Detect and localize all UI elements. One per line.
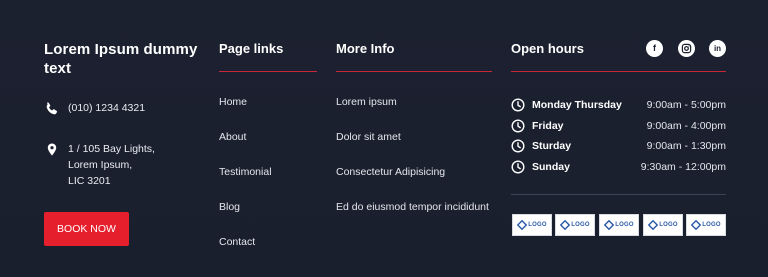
more-info-divider (336, 71, 492, 72)
hours-time: 9:00am - 4:00pm (646, 120, 726, 132)
more-info-heading: More Info (336, 41, 395, 56)
logo-diamond-icon (648, 220, 659, 230)
logo-text: LOGO (659, 222, 678, 228)
hours-divider (511, 194, 726, 195)
logo-text: LOGO (615, 222, 634, 228)
page-links-heading: Page links (219, 41, 284, 56)
partner-logo[interactable]: LOGO (512, 214, 552, 236)
logo-diamond-icon (560, 220, 571, 230)
partner-logo[interactable]: LOGO (599, 214, 639, 236)
address-line: 1 / 105 Bay Lights, (68, 143, 155, 155)
instagram-icon[interactable] (678, 40, 695, 57)
more-info-link[interactable]: Consectetur Adipisicing (336, 166, 445, 178)
linkedin-icon[interactable]: in (709, 40, 726, 57)
more-info-link[interactable]: Ed do eiusmod tempor incididunt (336, 201, 489, 213)
partner-logo[interactable]: LOGO (686, 214, 726, 236)
location-pin-icon (47, 143, 57, 156)
hours-day: Friday (532, 120, 564, 132)
footer-brand-title: Lorem Ipsum dummy text (44, 41, 198, 77)
hours-row: Sunday 9:30am - 12:00pm (511, 159, 726, 175)
logo-diamond-icon (604, 220, 615, 230)
phone-number[interactable]: (010) 1234 4321 (68, 100, 145, 116)
more-info-link[interactable]: Dolor sit amet (336, 131, 401, 143)
page-link-home[interactable]: Home (219, 96, 247, 108)
hours-day: Monday Thursday (532, 99, 622, 111)
page-link-contact[interactable]: Contact (219, 236, 255, 248)
logo-diamond-icon (517, 220, 528, 230)
page-links-divider (219, 71, 317, 72)
more-info-link[interactable]: Lorem ipsum (336, 96, 397, 108)
phone-row: (010) 1234 4321 (44, 100, 145, 117)
hours-day: Sunday (532, 161, 570, 173)
hours-row: Monday Thursday 9:00am - 5:00pm (511, 97, 726, 113)
address-line: LIC 3201 (68, 175, 111, 187)
page-link-blog[interactable]: Blog (219, 201, 240, 213)
hours-row: Sturday 9:00am - 1:30pm (511, 138, 726, 154)
address-row: 1 / 105 Bay Lights, Lorem Ipsum, LIC 320… (44, 141, 155, 189)
facebook-glyph: f (653, 43, 656, 53)
open-hours-divider (511, 71, 726, 72)
instagram-glyph (681, 43, 692, 54)
address-line: Lorem Ipsum, (68, 159, 133, 171)
book-now-button[interactable]: BOOK NOW (44, 212, 129, 246)
partner-logo[interactable]: LOGO (643, 214, 683, 236)
page-link-about[interactable]: About (219, 131, 246, 143)
address-text: 1 / 105 Bay Lights, Lorem Ipsum, LIC 320… (68, 141, 155, 189)
page-link-testimonial[interactable]: Testimonial (219, 166, 272, 178)
clock-icon (511, 160, 525, 174)
clock-icon (511, 98, 525, 112)
clock-icon (511, 119, 525, 133)
hours-time: 9:00am - 5:00pm (646, 99, 726, 111)
logo-text: LOGO (528, 222, 547, 228)
logo-diamond-icon (691, 220, 702, 230)
clock-icon (511, 139, 525, 153)
hours-time: 9:00am - 1:30pm (646, 140, 726, 152)
phone-icon (46, 102, 58, 115)
logo-text: LOGO (571, 222, 590, 228)
hours-day: Sturday (532, 140, 572, 152)
linkedin-glyph: in (713, 43, 722, 53)
logo-text: LOGO (702, 222, 721, 228)
hours-row: Friday 9:00am - 4:00pm (511, 118, 726, 134)
hours-time: 9:30am - 12:00pm (640, 161, 726, 173)
open-hours-heading: Open hours (511, 41, 584, 56)
partner-logo[interactable]: LOGO (555, 214, 595, 236)
facebook-icon[interactable]: f (646, 40, 663, 57)
